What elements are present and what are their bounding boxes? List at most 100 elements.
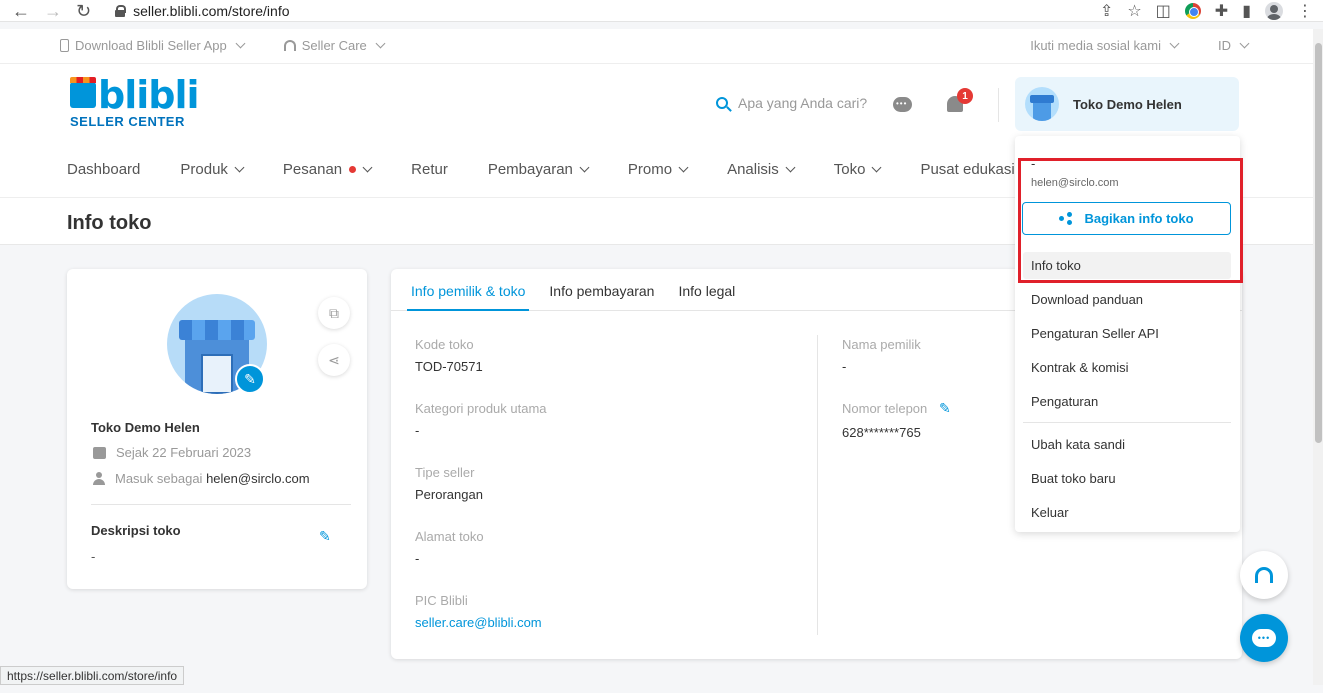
logo-subtitle: SELLER CENTER bbox=[70, 114, 185, 129]
scroll-thumb[interactable] bbox=[1315, 43, 1322, 443]
field-label: Kode toko bbox=[415, 337, 474, 352]
store-profile-card: ✎ ⧉ ⋖ Toko Demo Helen Sejak 22 Februari … bbox=[67, 269, 367, 589]
nav-label: Pembayaran bbox=[487, 161, 573, 178]
menu-kebab-icon[interactable]: ⋮ bbox=[1297, 1, 1313, 21]
menu-item-buat-toko-baru[interactable]: Buat toko baru bbox=[1031, 471, 1116, 486]
menu-item-kontrak-komisi[interactable]: Kontrak & komisi bbox=[1031, 360, 1129, 375]
store-since-text: Sejak 22 Februari 2023 bbox=[116, 445, 252, 460]
nav-toko[interactable]: Toko bbox=[834, 161, 882, 178]
nav-label: Dashboard bbox=[67, 161, 141, 178]
bookmark-star-icon[interactable]: ☆ bbox=[1127, 1, 1141, 21]
nav-pesanan[interactable]: Pesanan bbox=[282, 161, 373, 178]
shop-awning-illustration bbox=[179, 320, 255, 340]
download-app-label: Download Blibli Seller App bbox=[75, 38, 227, 53]
chevron-down-icon bbox=[1169, 38, 1180, 49]
nav-dashboard[interactable]: Dashboard bbox=[67, 161, 140, 178]
nama-pemilik-value: - bbox=[842, 359, 847, 374]
chevron-down-icon bbox=[362, 162, 373, 173]
field-label: Tipe seller bbox=[415, 465, 475, 480]
menu-item-keluar[interactable]: Keluar bbox=[1031, 505, 1069, 520]
search-bar[interactable]: Apa yang Anda cari? bbox=[716, 95, 867, 111]
tab-info-pembayaran[interactable]: Info pembayaran bbox=[545, 269, 658, 311]
edit-avatar-icon[interactable]: ✎ bbox=[235, 364, 265, 394]
login-as-prefix: Masuk sebagai bbox=[115, 471, 203, 486]
store-name: Toko Demo Helen bbox=[91, 420, 200, 435]
field-label: PIC Blibli bbox=[415, 593, 468, 608]
login-as-row: Masuk sebagai helen@sirclo.com bbox=[93, 471, 310, 486]
tab-info-pemilik-toko[interactable]: Info pemilik & toko bbox=[407, 269, 530, 311]
reload-icon[interactable]: ↻ bbox=[76, 2, 91, 20]
nomor-telepon-value: 628*******765 bbox=[842, 425, 921, 440]
tab-info-legal[interactable]: Info legal bbox=[674, 269, 739, 311]
column-divider bbox=[817, 335, 818, 635]
nav-pembayaran[interactable]: Pembayaran bbox=[487, 161, 590, 178]
store-description-value: - bbox=[91, 549, 96, 564]
store-account-button[interactable]: Toko Demo Helen bbox=[1015, 77, 1239, 131]
edit-phone-icon[interactable]: ✎ bbox=[939, 400, 951, 417]
chat-icon[interactable] bbox=[893, 97, 912, 112]
nav-analisis[interactable]: Analisis bbox=[727, 161, 796, 178]
url-text[interactable]: seller.blibli.com/store/info bbox=[133, 3, 289, 19]
store-description-label: Deskripsi toko bbox=[91, 523, 181, 538]
nav-label: Retur bbox=[411, 161, 448, 178]
nav-label: Promo bbox=[627, 161, 673, 178]
nav-retur[interactable]: Retur bbox=[411, 161, 448, 178]
extensions-puzzle-icon[interactable]: ✚ bbox=[1215, 1, 1228, 21]
chat-fab-button[interactable]: ••• bbox=[1240, 614, 1288, 662]
menu-item-seller-api[interactable]: Pengaturan Seller API bbox=[1031, 326, 1159, 341]
download-app-link[interactable]: Download Blibli Seller App bbox=[60, 38, 246, 53]
nav-label: Analisis bbox=[727, 161, 779, 178]
new-indicator-dot bbox=[349, 166, 357, 173]
profile-avatar-icon[interactable] bbox=[1265, 1, 1283, 20]
login-email: helen@sirclo.com bbox=[206, 471, 310, 486]
extension-color-icon[interactable] bbox=[1184, 2, 1201, 19]
language-dropdown[interactable]: ID bbox=[1218, 38, 1250, 53]
utility-bar: Download Blibli Seller App Seller Care I… bbox=[0, 29, 1313, 64]
store-since-row: Sejak 22 Februari 2023 bbox=[93, 445, 251, 460]
seller-care-link[interactable]: Seller Care bbox=[283, 38, 386, 53]
chevron-down-icon bbox=[235, 38, 246, 49]
page-title: Info toko bbox=[67, 212, 152, 234]
share-page-icon[interactable]: ⇪ bbox=[1100, 1, 1113, 21]
chevron-down-icon bbox=[579, 162, 590, 173]
calendar-icon bbox=[93, 446, 106, 459]
user-icon bbox=[93, 472, 105, 485]
nav-label: Produk bbox=[180, 161, 228, 178]
field-label: Nama pemilik bbox=[842, 337, 921, 352]
headset-icon bbox=[283, 40, 296, 51]
headset-icon bbox=[1255, 567, 1273, 583]
menu-item-pengaturan[interactable]: Pengaturan bbox=[1031, 394, 1098, 409]
blibli-logo[interactable]: blibli SELLER CENTER bbox=[70, 73, 200, 129]
page-scrollbar[interactable] bbox=[1313, 29, 1323, 685]
support-headset-button[interactable] bbox=[1240, 551, 1288, 599]
language-label: ID bbox=[1218, 38, 1231, 53]
split-view-icon[interactable]: ◫ bbox=[1156, 1, 1171, 21]
lock-icon bbox=[115, 4, 127, 17]
store-avatar bbox=[1025, 87, 1059, 121]
pic-email-link[interactable]: seller.care@blibli.com bbox=[415, 615, 542, 630]
status-bar-url: https://seller.blibli.com/store/info bbox=[0, 666, 185, 685]
chevron-down-icon bbox=[872, 162, 882, 173]
address-bar[interactable]: seller.blibli.com/store/info bbox=[115, 3, 290, 19]
nav-promo[interactable]: Promo bbox=[627, 161, 689, 178]
share-store-icon[interactable]: ⋖ bbox=[318, 344, 350, 376]
chat-bubble-icon: ••• bbox=[1252, 629, 1276, 647]
forward-icon[interactable]: → bbox=[44, 2, 62, 20]
social-media-dropdown[interactable]: Ikuti media sosial kami bbox=[1030, 38, 1180, 53]
field-label: Nomor telepon bbox=[842, 401, 928, 416]
search-icon bbox=[716, 97, 728, 109]
store-account-name: Toko Demo Helen bbox=[1073, 96, 1182, 112]
chevron-down-icon bbox=[785, 162, 796, 173]
nav-pusat-edukasi[interactable]: Pusat edukasi bbox=[920, 161, 1014, 178]
nav-produk[interactable]: Produk bbox=[180, 161, 245, 178]
edit-description-icon[interactable]: ✎ bbox=[319, 528, 331, 545]
nav-label: Pesanan bbox=[282, 161, 343, 178]
back-icon[interactable]: ← bbox=[12, 2, 30, 20]
card-divider bbox=[91, 504, 351, 505]
sidebar-icon[interactable]: ▮ bbox=[1242, 1, 1251, 21]
search-placeholder[interactable]: Apa yang Anda cari? bbox=[738, 95, 867, 111]
menu-item-download-panduan[interactable]: Download panduan bbox=[1031, 292, 1143, 307]
logo-text: blibli bbox=[98, 73, 200, 117]
open-store-icon[interactable]: ⧉ bbox=[318, 297, 350, 329]
menu-item-ubah-kata-sandi[interactable]: Ubah kata sandi bbox=[1031, 437, 1125, 452]
